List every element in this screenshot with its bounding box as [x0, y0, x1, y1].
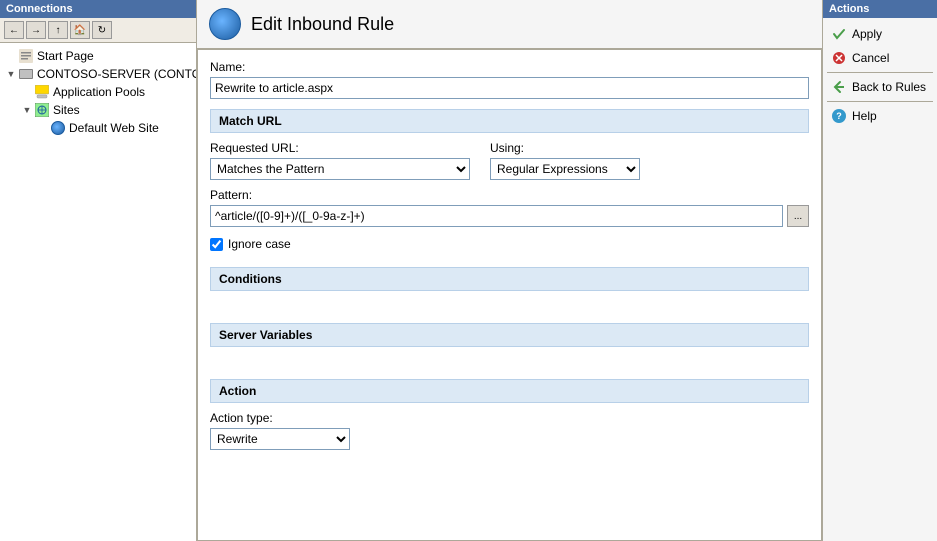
expander-server: ▼ [4, 69, 18, 79]
main-header: Edit Inbound Rule [197, 0, 822, 49]
action-section: Action [210, 379, 809, 403]
server-icon [18, 66, 34, 82]
sidebar-item-start-page[interactable]: Start Page [0, 47, 196, 65]
default-web-site-label: Default Web Site [69, 121, 159, 135]
sidebar-header: Connections [0, 0, 196, 18]
using-label: Using: [490, 141, 640, 155]
ignore-case-checkbox[interactable] [210, 238, 223, 251]
app-pools-icon [34, 84, 50, 100]
cancel-icon [831, 50, 847, 66]
conditions-section: Conditions [210, 267, 809, 291]
sidebar: Connections ← → ↑ 🏠 ↻ Start Page ▼ [0, 0, 197, 541]
toolbar-up-btn[interactable]: ↑ [48, 21, 68, 39]
sites-icon [34, 102, 50, 118]
sidebar-toolbar: ← → ↑ 🏠 ↻ [0, 18, 196, 43]
sidebar-item-server[interactable]: ▼ CONTOSO-SERVER (CONTOS [0, 65, 196, 83]
requested-url-label: Requested URL: [210, 141, 470, 155]
name-input[interactable] [210, 77, 809, 99]
requested-url-select[interactable]: Matches the Pattern Does Not Match the P… [210, 158, 470, 180]
toolbar-refresh-btn[interactable]: ↻ [92, 21, 112, 39]
match-url-section: Match URL [210, 109, 809, 133]
help-label: Help [852, 109, 877, 123]
ignore-case-label: Ignore case [228, 237, 291, 251]
main-body: Name: Match URL Requested URL: Matches t… [197, 49, 822, 541]
action-divider [827, 72, 933, 73]
website-icon [50, 120, 66, 136]
ignore-case-row: Ignore case [210, 237, 809, 251]
apply-label: Apply [852, 27, 882, 41]
expander-sites: ▼ [20, 105, 34, 115]
server-variables-content [210, 355, 809, 375]
using-select[interactable]: Regular Expressions Wildcards Exact Matc… [490, 158, 640, 180]
pattern-row: ... [210, 205, 809, 227]
toolbar-forward-btn[interactable]: → [26, 21, 46, 39]
app-pools-label: Application Pools [53, 85, 145, 99]
name-label: Name: [210, 60, 809, 74]
actions-header: Actions [823, 0, 937, 18]
cancel-action[interactable]: Cancel [823, 46, 937, 70]
sidebar-item-app-pools[interactable]: Application Pools [0, 83, 196, 101]
server-variables-section: Server Variables [210, 323, 809, 347]
help-icon: ? [831, 108, 847, 124]
sites-label: Sites [53, 103, 80, 117]
using-col: Using: Regular Expressions Wildcards Exa… [490, 141, 640, 180]
action-type-group: Action type: Rewrite Redirect Custom Res… [210, 411, 809, 450]
apply-action[interactable]: Apply [823, 22, 937, 46]
pattern-input[interactable] [210, 205, 783, 227]
server-label: CONTOSO-SERVER (CONTOS [37, 67, 196, 81]
pattern-test-btn[interactable]: ... [787, 205, 809, 227]
toolbar-home-btn[interactable]: 🏠 [70, 21, 90, 39]
start-page-icon [18, 48, 34, 64]
page-title: Edit Inbound Rule [251, 14, 394, 35]
action-type-select[interactable]: Rewrite Redirect Custom Response AbortRe… [210, 428, 350, 450]
name-group: Name: [210, 60, 809, 99]
action-type-label: Action type: [210, 411, 809, 425]
back-icon [831, 79, 847, 95]
start-page-label: Start Page [37, 49, 94, 63]
match-url-row: Requested URL: Matches the Pattern Does … [210, 141, 809, 180]
apply-icon [831, 26, 847, 42]
sidebar-tree: Start Page ▼ CONTOSO-SERVER (CONTOS Appl… [0, 43, 196, 541]
action-divider-2 [827, 101, 933, 102]
conditions-content [210, 299, 809, 319]
toolbar-back-btn[interactable]: ← [4, 21, 24, 39]
main-content: Edit Inbound Rule Name: Match URL Reques… [197, 0, 822, 541]
back-to-rules-action[interactable]: Back to Rules [823, 75, 937, 99]
pattern-label: Pattern: [210, 188, 809, 202]
cancel-label: Cancel [852, 51, 889, 65]
sidebar-item-sites[interactable]: ▼ Sites [0, 101, 196, 119]
sidebar-item-default-web-site[interactable]: Default Web Site [0, 119, 196, 137]
actions-panel: Actions Apply Cancel [822, 0, 937, 541]
rule-icon [209, 8, 241, 40]
actions-list: Apply Cancel Back to Rules [823, 18, 937, 132]
back-to-rules-label: Back to Rules [852, 80, 926, 94]
pattern-group: Pattern: ... [210, 188, 809, 227]
help-icon-circle: ? [832, 109, 846, 123]
help-action[interactable]: ? Help [823, 104, 937, 128]
requested-url-col: Requested URL: Matches the Pattern Does … [210, 141, 470, 180]
